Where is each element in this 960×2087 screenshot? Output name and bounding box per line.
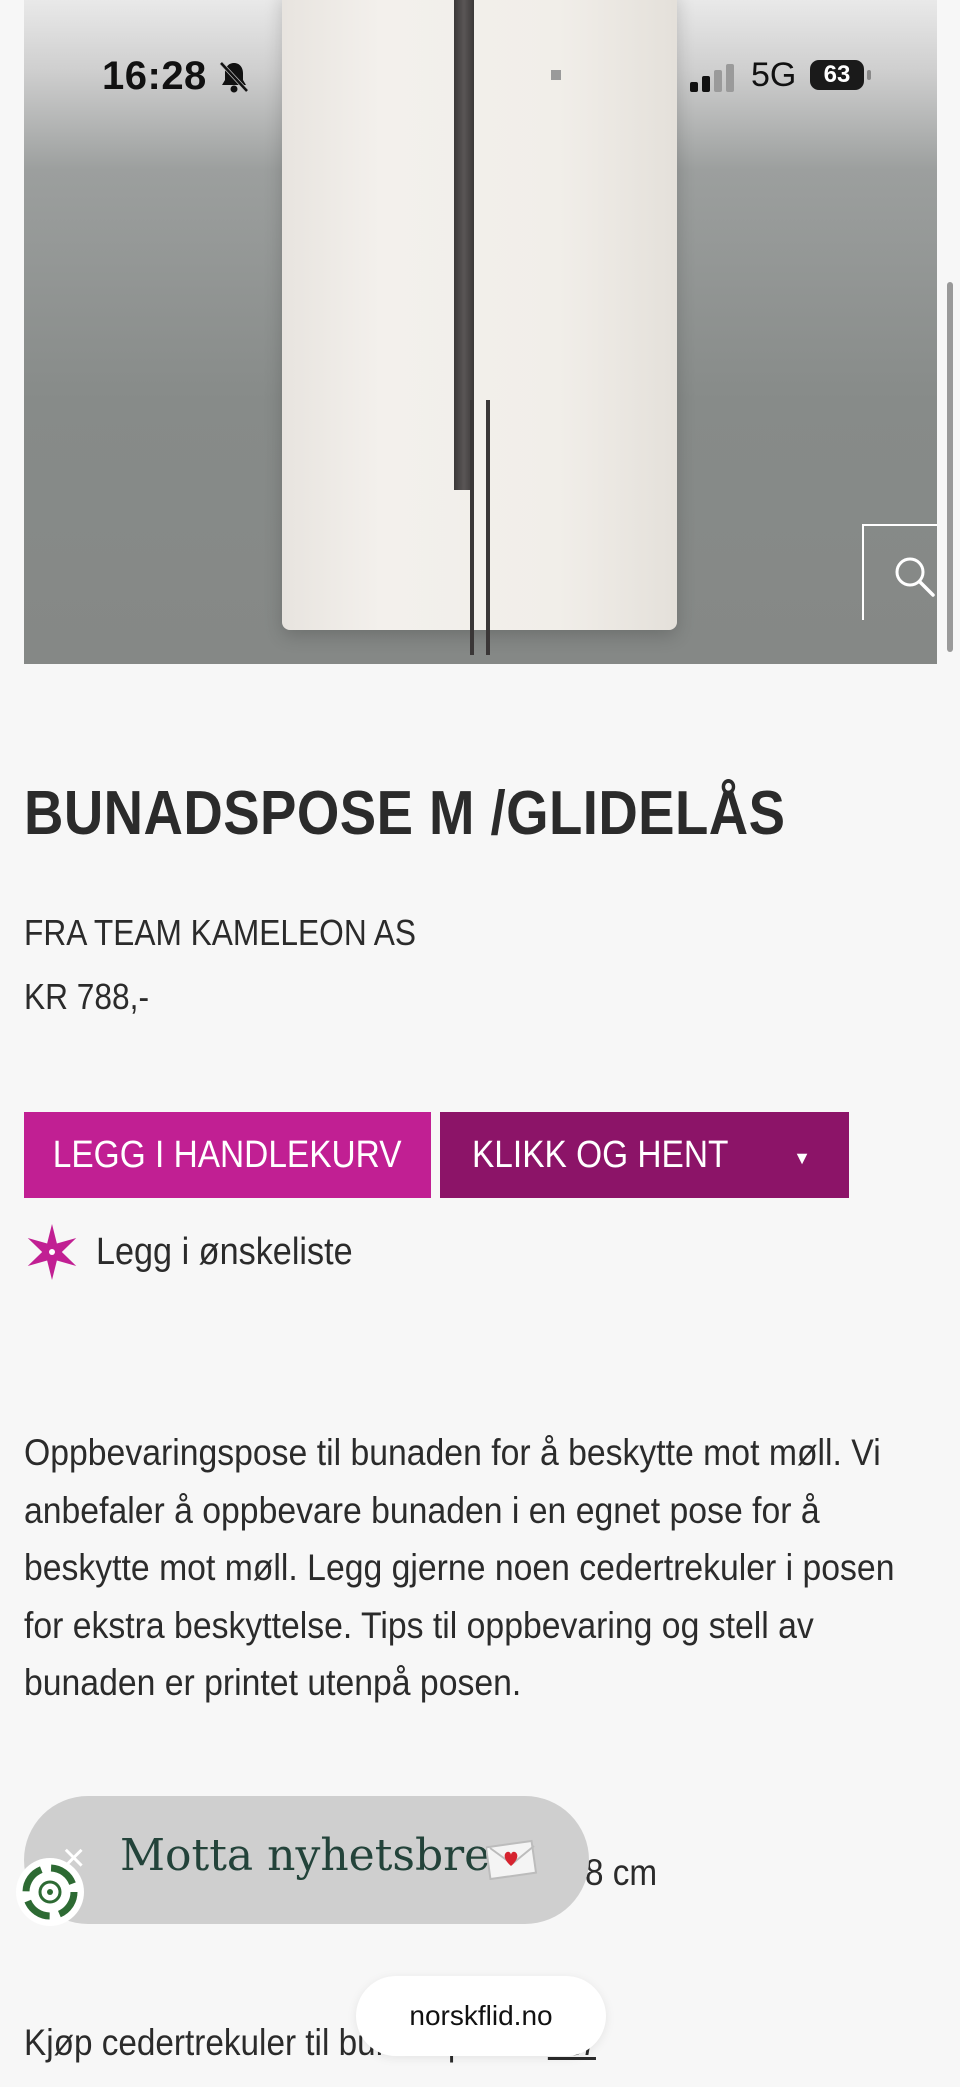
add-to-cart-button[interactable]: LEGG I HANDLEKURV [24, 1112, 431, 1198]
chevron-down-icon: ▼ [793, 1148, 811, 1168]
click-collect-label: KLIKK OG HENT [472, 1133, 729, 1176]
clock-time: 16:28 [102, 54, 207, 98]
browser-url-pill[interactable]: norskflid.no [356, 1976, 606, 2056]
product-description: Oppbevaringspose til bunaden for å besky… [24, 1431, 895, 1703]
status-bar: 16:28 5G 63 [0, 48, 960, 108]
browser-url: norskflid.no [409, 2000, 553, 2031]
love-letter-icon [486, 1839, 538, 1880]
product-price: KR 788,- [24, 976, 150, 1017]
zipper-line-right [486, 400, 490, 655]
network-type: 5G [751, 56, 797, 94]
size-text: 8 cm [585, 1852, 658, 1893]
wishlist-label: Legg i ønskeliste [96, 1230, 353, 1273]
newsletter-label: Motta nyhetsbrev [120, 1830, 516, 1881]
add-to-cart-label: LEGG I HANDLEKURV [53, 1133, 402, 1176]
zoom-icon [895, 557, 935, 597]
eco-badge[interactable] [16, 1858, 84, 1926]
zoom-button[interactable] [862, 524, 937, 620]
product-brand: FRA TEAM KAMELEON AS [24, 912, 417, 953]
star-icon [27, 1224, 77, 1280]
silent-bell-icon [219, 61, 249, 93]
battery-nub [867, 70, 871, 80]
recycle-icon [22, 1864, 78, 1920]
newsletter-banner[interactable]: × Motta nyhetsbrev [24, 1796, 589, 1924]
signal-icon [690, 64, 734, 92]
battery-icon: 63 [810, 60, 864, 90]
scrollbar[interactable] [947, 282, 953, 652]
product-title: BUNADSPOSE M /GLIDELÅS [24, 779, 786, 848]
zipper-line-left [470, 400, 474, 655]
wishlist-link[interactable]: Legg i ønskeliste [24, 1222, 381, 1282]
click-collect-button[interactable]: KLIKK OG HENT ▼ [440, 1112, 849, 1198]
